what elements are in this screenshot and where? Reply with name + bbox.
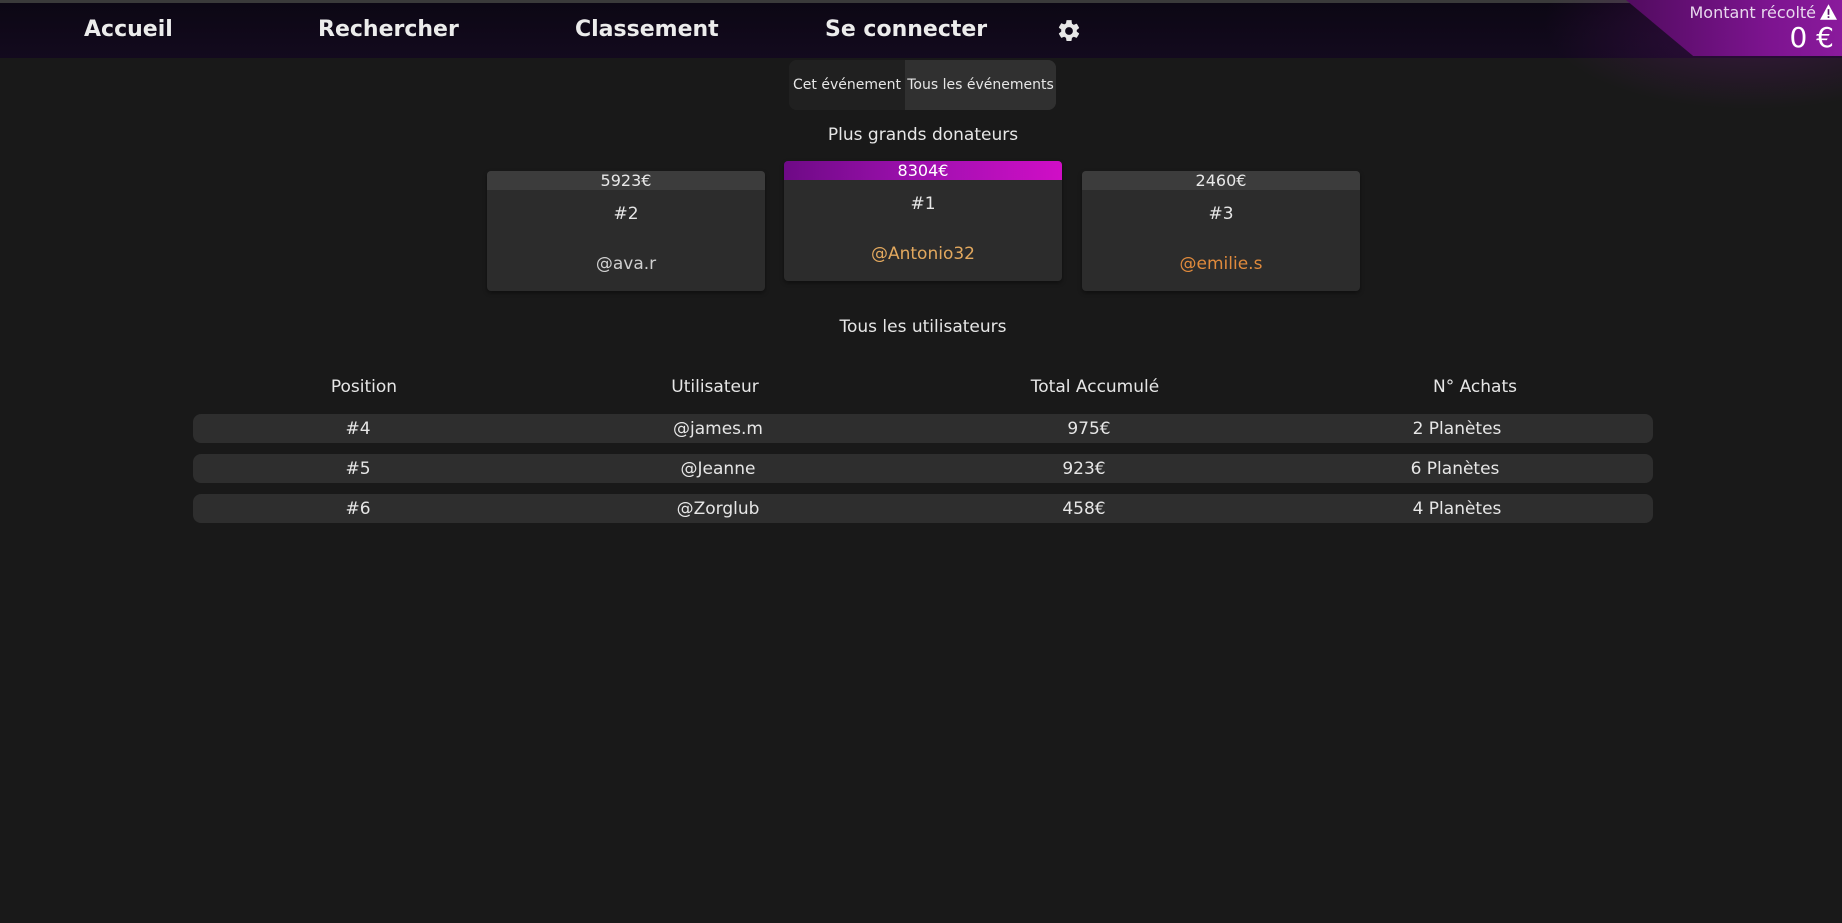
podium-amount: 5923€: [487, 171, 765, 190]
row-user[interactable]: @Jeanne: [568, 459, 868, 479]
all-users-title: Tous les utilisateurs: [839, 317, 1007, 337]
row-total: 458€: [1062, 499, 1106, 519]
row-purchases: 6 Planètes: [1410, 459, 1500, 479]
podium-user[interactable]: @emilie.s: [1082, 254, 1360, 274]
table-row[interactable]: #4 @james.m 975€ 2 Planètes: [193, 414, 1653, 443]
podium-amount: 8304€: [784, 161, 1062, 180]
row-purchases: 2 Planètes: [1412, 419, 1502, 439]
nav-ranking-link[interactable]: Classement: [575, 17, 719, 42]
row-position: #6: [345, 499, 371, 519]
table-row[interactable]: #6 @Zorglub 458€ 4 Planètes: [193, 494, 1653, 523]
nav-home-link[interactable]: Accueil: [84, 17, 173, 42]
podium-user[interactable]: @ava.r: [487, 254, 765, 274]
nav-login-link[interactable]: Se connecter: [825, 17, 987, 42]
podium-card-third[interactable]: 2460€ #3 @emilie.s: [1082, 171, 1360, 291]
podium-card-first[interactable]: 8304€ #1 @Antonio32: [784, 161, 1062, 281]
podium-amount: 2460€: [1082, 171, 1360, 190]
collected-label: Montant récolté: [1689, 3, 1816, 22]
nav-search-link[interactable]: Rechercher: [318, 17, 459, 42]
row-user[interactable]: @james.m: [568, 419, 868, 439]
warning-icon: [1820, 4, 1837, 20]
users-table-header: Position Utilisateur Total Accumulé N° A…: [193, 377, 1653, 401]
header-position: Position: [330, 377, 398, 397]
top-navigation-bar: Accueil Rechercher Classement Se connect…: [0, 0, 1842, 58]
row-position: #4: [345, 419, 371, 439]
row-total: 923€: [1062, 459, 1106, 479]
gear-icon[interactable]: [1056, 18, 1082, 44]
event-scope-toggle: Cet événement Tous les événements: [789, 60, 1056, 110]
row-user[interactable]: @Zorglub: [568, 499, 868, 519]
podium-user[interactable]: @Antonio32: [784, 244, 1062, 264]
row-total: 975€: [1067, 419, 1111, 439]
header-purchases: N° Achats: [1432, 377, 1517, 397]
podium-rank: #2: [613, 204, 639, 224]
all-events-button[interactable]: Tous les événements: [905, 60, 1056, 110]
this-event-button[interactable]: Cet événement: [789, 60, 905, 110]
podium-rank: #3: [1208, 204, 1234, 224]
row-position: #5: [345, 459, 371, 479]
podium-card-second[interactable]: 5923€ #2 @ava.r: [487, 171, 765, 291]
header-user: Utilisateur: [671, 377, 759, 397]
header-total: Total Accumulé: [1030, 377, 1160, 397]
podium-rank: #1: [910, 194, 936, 214]
row-purchases: 4 Planètes: [1412, 499, 1502, 519]
top-donors-title: Plus grands donateurs: [827, 125, 1019, 145]
table-row[interactable]: #5 @Jeanne 923€ 6 Planètes: [193, 454, 1653, 483]
collected-amount: 0 €: [1789, 21, 1834, 54]
